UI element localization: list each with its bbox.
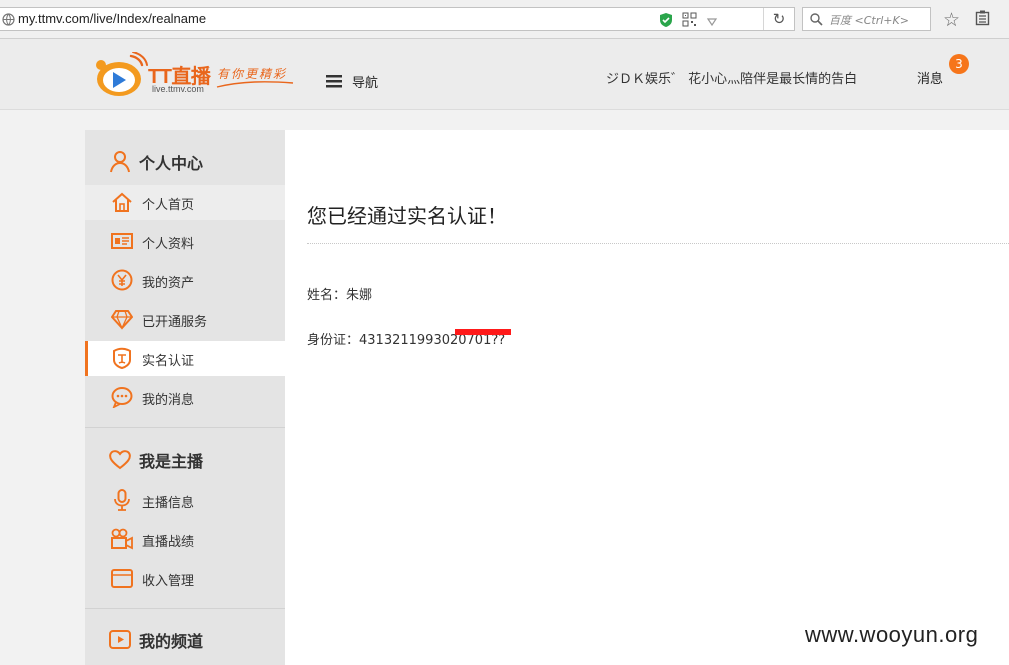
name-row: 姓名：朱娜: [307, 284, 372, 303]
page-title: 您已经通过实名认证！: [307, 204, 507, 228]
name-value: 朱娜: [346, 288, 373, 303]
search-placeholder: 百度 <Ctrl+K>: [829, 14, 909, 27]
section-title: 个人中心: [139, 154, 204, 173]
id-label: 身份证：: [307, 333, 360, 348]
site-header: TT直播 live.ttmv.com 有你更精彩 导航 ジＤＫ娱乐゛ 花小心灬陪…: [0, 39, 1009, 110]
name-label: 姓名：: [307, 288, 347, 303]
id-value: 4313211993020701??: [359, 333, 506, 348]
hamburger-icon: [326, 75, 342, 88]
chevron-down-icon[interactable]: [706, 13, 718, 32]
url-text[interactable]: my.ttmv.com/live/Index/realname: [18, 11, 206, 26]
nav-label: 导航: [352, 76, 379, 91]
sidebar-item-messages[interactable]: 我的消息: [85, 380, 285, 415]
sidebar-item-income[interactable]: 收入管理: [85, 561, 285, 596]
reading-list-icon[interactable]: [975, 10, 990, 26]
sidebar-item-label: 已开通服务: [142, 315, 208, 330]
play-channel-icon: [109, 630, 131, 649]
sidebar-item-label: 我的资产: [142, 276, 195, 291]
title-divider: [307, 243, 1009, 244]
chat-bubble-icon: [111, 387, 133, 408]
diamond-icon: [111, 310, 133, 330]
sidebar: 个人中心 个人首页 个人资料 我的资产 已开通服务 实名认证 我的消息 我是主播…: [85, 130, 285, 665]
qr-code-icon[interactable]: [682, 12, 697, 31]
tt-logo-icon: [96, 52, 148, 96]
messages-link[interactable]: 消息: [917, 68, 943, 87]
id-verify-icon: [113, 347, 131, 369]
wallet-icon: [111, 569, 133, 588]
sidebar-item-live-record[interactable]: 直播战绩: [85, 522, 285, 557]
globe-icon: [2, 13, 15, 26]
browser-toolbar: my.ttmv.com/live/Index/realname ↻ 百度 <Ct…: [0, 0, 1009, 39]
heart-icon: [109, 450, 131, 470]
microphone-icon: [114, 489, 130, 511]
video-camera-icon: [111, 528, 133, 550]
sidebar-item-realname[interactable]: 实名认证: [85, 341, 285, 376]
sidebar-item-label: 收入管理: [142, 574, 195, 589]
reload-button[interactable]: ↻: [763, 8, 794, 30]
sidebar-item-label: 个人首页: [142, 198, 195, 213]
slogan-swoosh: [216, 81, 294, 88]
profile-card-icon: [111, 233, 133, 249]
section-title: 我是主播: [139, 452, 204, 471]
section-streamer: 我是主播: [85, 438, 285, 478]
watermark: www.wooyun.org: [805, 622, 979, 647]
sidebar-item-home[interactable]: 个人首页: [85, 185, 285, 220]
messages-count-badge: 3: [949, 54, 969, 74]
sidebar-item-label: 实名认证: [142, 354, 195, 369]
person-icon: [110, 151, 130, 173]
yen-coin-icon: [111, 269, 133, 291]
logo-slogan: 有你更精彩: [217, 67, 288, 81]
sidebar-divider: [85, 427, 285, 428]
sidebar-divider: [85, 608, 285, 609]
section-personal-center: 个人中心: [85, 140, 285, 180]
search-box[interactable]: 百度 <Ctrl+K>: [802, 7, 931, 31]
sidebar-item-assets[interactable]: 我的资产: [85, 263, 285, 298]
logo-domain-text: live.ttmv.com: [152, 84, 204, 94]
redaction-mark: [455, 329, 511, 335]
section-title: 我的频道: [139, 632, 204, 651]
username-link[interactable]: ジＤＫ娱乐゛ 花小心灬陪伴是最长情的告白: [606, 68, 857, 87]
sidebar-item-label: 个人资料: [142, 237, 195, 252]
home-icon: [112, 192, 132, 212]
address-bar[interactable]: my.ttmv.com/live/Index/realname ↻: [0, 7, 795, 31]
bookmark-star-icon[interactable]: ☆: [943, 9, 960, 31]
sidebar-item-profile[interactable]: 个人资料: [85, 224, 285, 259]
shield-icon[interactable]: [659, 12, 673, 32]
sidebar-item-label: 主播信息: [142, 496, 195, 511]
sidebar-item-services[interactable]: 已开通服务: [85, 302, 285, 337]
sidebar-item-label: 直播战绩: [142, 535, 195, 550]
search-icon: [810, 13, 823, 26]
sidebar-item-label: 我的消息: [142, 393, 195, 408]
sidebar-item-anchor-info[interactable]: 主播信息: [85, 483, 285, 518]
section-my-channel[interactable]: 我的频道: [85, 618, 285, 658]
site-logo[interactable]: TT直播 live.ttmv.com 有你更精彩: [95, 49, 300, 99]
main-content: 您已经通过实名认证！ 姓名：朱娜 身份证：4313211993020701??: [285, 130, 1009, 665]
